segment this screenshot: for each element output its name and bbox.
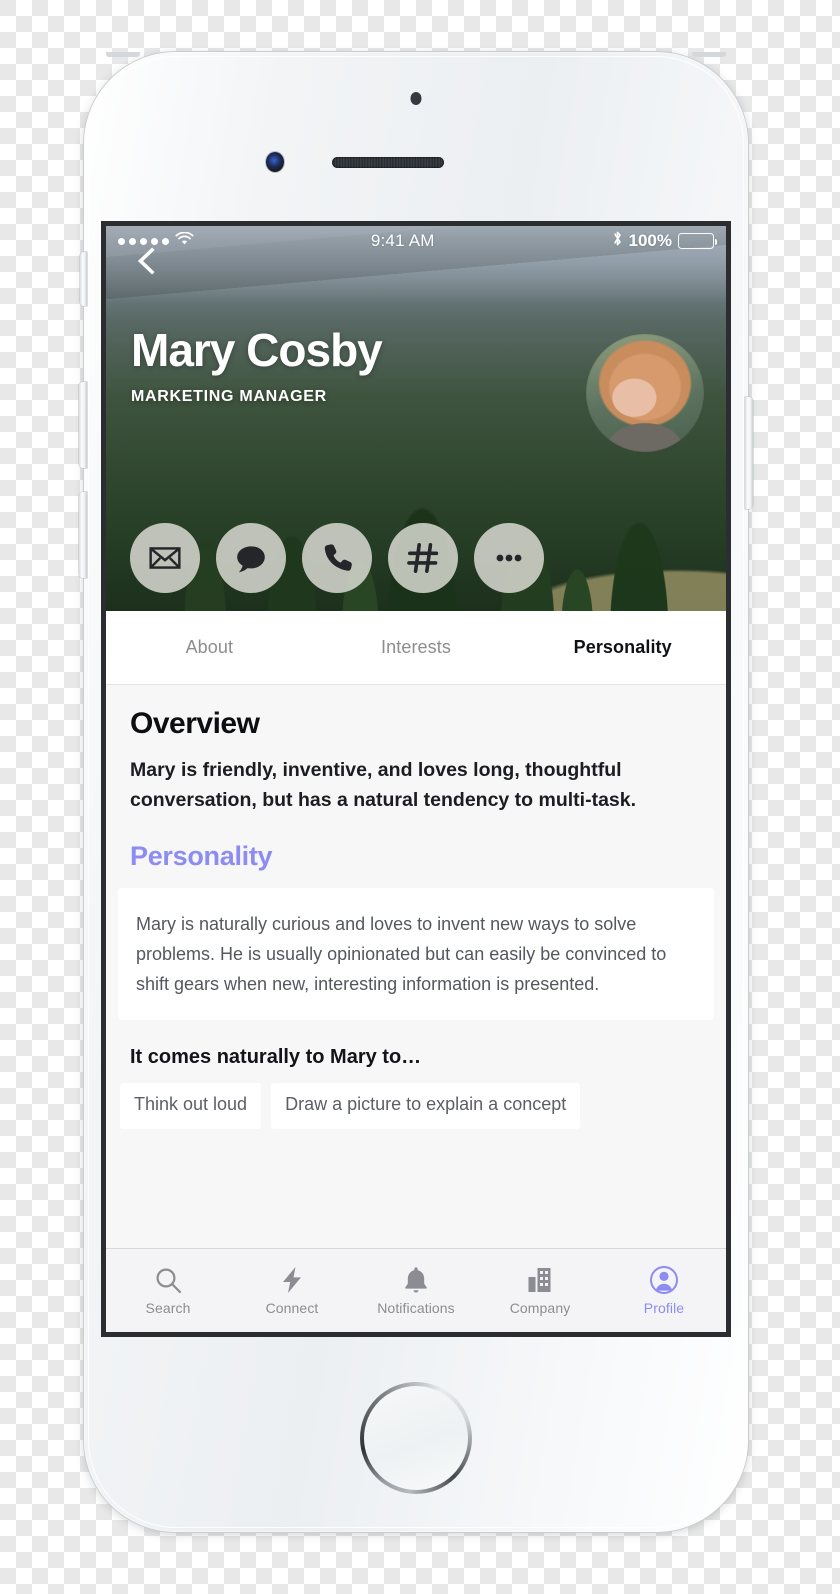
- nav-item-company[interactable]: Company: [478, 1265, 602, 1316]
- battery-icon: [677, 233, 718, 249]
- volume-up-button[interactable]: [79, 382, 87, 468]
- more-options-button[interactable]: [474, 523, 544, 593]
- naturally-heading: It comes naturally to Mary to…: [130, 1045, 422, 1068]
- status-time: 9:41 AM: [370, 231, 435, 250]
- trait-chip[interactable]: Draw a picture to explain a concept: [271, 1082, 581, 1129]
- tab-interests[interactable]: Interests: [313, 637, 520, 658]
- person-circle-icon: [649, 1265, 679, 1295]
- nav-label: Connect: [265, 1300, 319, 1316]
- nav-item-profile[interactable]: Profile: [602, 1265, 726, 1316]
- tab-content-personality: Overview Mary is friendly, inventive, an…: [106, 685, 726, 1129]
- hero-text-block: Mary Cosby MARKETING MANAGER: [131, 324, 383, 406]
- proximity-sensor-dot: [410, 92, 422, 105]
- profile-tab-strip: About Interests Personality: [106, 611, 726, 685]
- avatar: [586, 334, 704, 452]
- bluetooth-icon: [612, 230, 623, 252]
- lightning-bolt-icon: [277, 1265, 307, 1295]
- wifi-icon: [175, 231, 194, 251]
- tab-about[interactable]: About: [106, 637, 313, 658]
- nav-label: Company: [509, 1300, 571, 1316]
- battery-percent-label: 100%: [628, 231, 672, 250]
- signal-strength-icon: [118, 237, 169, 245]
- earpiece-speaker: [332, 157, 444, 168]
- call-button[interactable]: [302, 523, 372, 593]
- antenna-line-left: [106, 52, 140, 57]
- message-button[interactable]: [216, 523, 286, 593]
- bottom-tab-bar: Search Connect Notifications Company Pro…: [106, 1248, 726, 1332]
- nav-label: Profile: [643, 1300, 685, 1316]
- bell-icon: [401, 1265, 431, 1295]
- personality-subheading: Personality: [130, 841, 273, 872]
- search-icon: [153, 1265, 183, 1295]
- home-button-inner: [364, 1386, 468, 1490]
- personality-card: Mary is naturally curious and loves to i…: [118, 888, 714, 1020]
- trait-chip-row: Think out loud Draw a picture to explain…: [106, 1069, 726, 1129]
- overview-text: Mary is friendly, inventive, and loves l…: [130, 759, 637, 812]
- profile-role: MARKETING MANAGER: [131, 388, 327, 406]
- email-button[interactable]: [130, 523, 200, 593]
- nav-item-connect[interactable]: Connect: [230, 1265, 354, 1316]
- power-button[interactable]: [745, 397, 753, 509]
- nav-label: Notifications: [377, 1300, 455, 1316]
- phone-device: 9:41 AM 100% Mary Cosby MARKETING MANAGE…: [79, 52, 753, 1532]
- nav-item-notifications[interactable]: Notifications: [354, 1265, 478, 1316]
- personality-body-text: Mary is naturally curious and loves to i…: [136, 914, 667, 994]
- status-bar: 9:41 AM 100%: [106, 226, 726, 256]
- front-camera-icon: [266, 152, 284, 172]
- home-button[interactable]: [360, 1382, 472, 1494]
- action-button-row: [130, 523, 544, 593]
- phone-screen: 9:41 AM 100% Mary Cosby MARKETING MANAGE…: [106, 226, 726, 1332]
- volume-down-button[interactable]: [79, 492, 87, 578]
- page-title: Mary Cosby: [131, 324, 383, 376]
- profile-hero: 9:41 AM 100% Mary Cosby MARKETING MANAGE…: [106, 226, 726, 611]
- trait-chip[interactable]: Think out loud: [120, 1082, 262, 1129]
- mute-switch[interactable]: [80, 252, 87, 306]
- nav-item-search[interactable]: Search: [106, 1265, 230, 1316]
- tab-personality[interactable]: Personality: [519, 637, 726, 658]
- section-title: Overview: [130, 707, 260, 740]
- antenna-line-right: [692, 52, 726, 57]
- buildings-icon: [525, 1265, 555, 1295]
- hashtag-button[interactable]: [388, 523, 458, 593]
- nav-label: Search: [145, 1300, 191, 1316]
